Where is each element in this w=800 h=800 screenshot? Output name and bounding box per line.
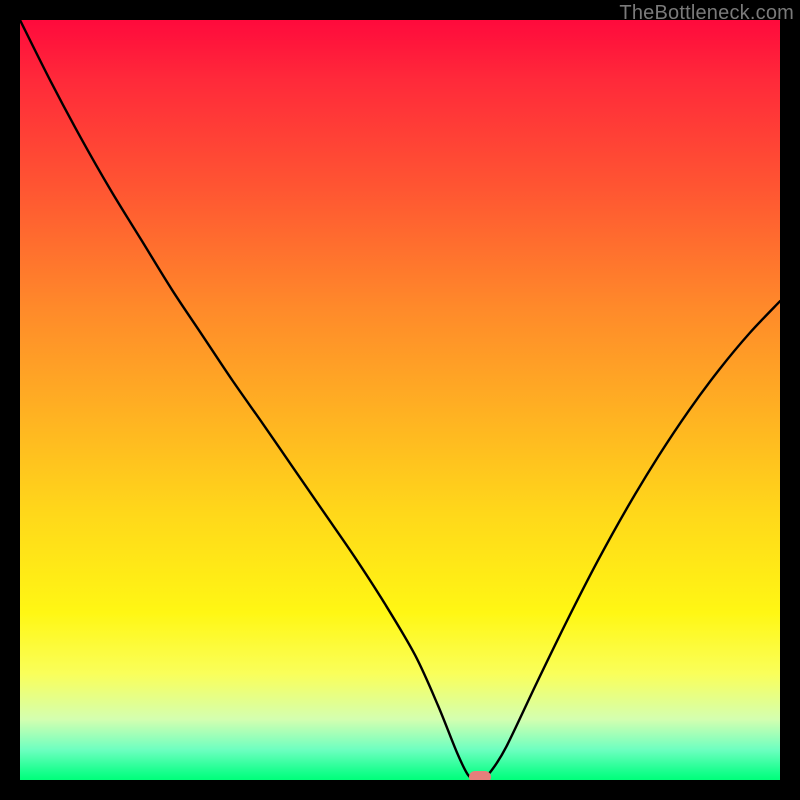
optimum-marker	[469, 771, 491, 780]
bottleneck-curve	[20, 20, 780, 780]
plot-area	[20, 20, 780, 780]
chart-frame: TheBottleneck.com	[0, 0, 800, 800]
curve-path	[20, 20, 780, 778]
